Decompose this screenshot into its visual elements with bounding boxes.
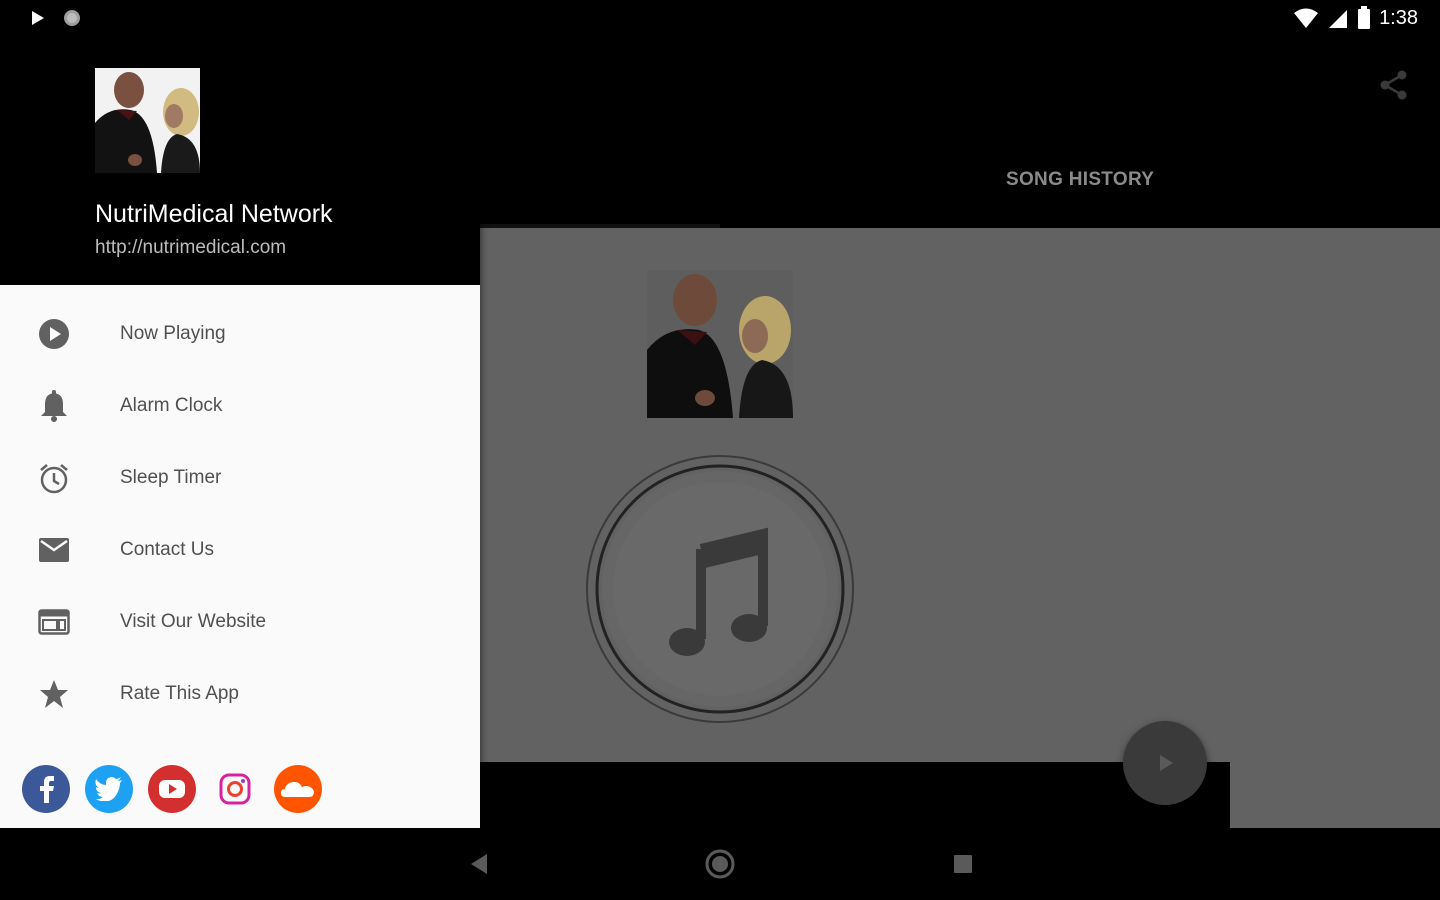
signal-icon <box>1329 10 1348 28</box>
station-photo <box>95 68 200 173</box>
instagram-button[interactable] <box>211 765 259 813</box>
menu-item-alarm-clock[interactable]: Alarm Clock <box>0 370 480 442</box>
menu-item-visit-website[interactable]: Visit Our Website <box>0 586 480 658</box>
menu-item-rate-app[interactable]: Rate This App <box>0 658 480 730</box>
play-button[interactable] <box>1123 721 1207 805</box>
facebook-icon <box>40 776 54 803</box>
recents-icon <box>954 855 972 873</box>
twitter-button[interactable] <box>85 765 133 813</box>
drawer-header: NutriMedical Network http://nutrimedical… <box>0 0 480 285</box>
play-circle-icon <box>36 316 72 352</box>
album-art <box>647 270 793 418</box>
record-dot-icon <box>64 10 80 26</box>
instagram-icon <box>219 773 251 805</box>
menu-item-contact-us[interactable]: Contact Us <box>0 514 480 586</box>
menu-label: Alarm Clock <box>120 395 223 416</box>
menu-item-sleep-timer[interactable]: Sleep Timer <box>0 442 480 514</box>
youtube-button[interactable] <box>148 765 196 813</box>
system-navigation-bar <box>0 828 1440 900</box>
menu-label: Sleep Timer <box>120 467 222 488</box>
station-photo <box>647 270 793 418</box>
recents-button[interactable] <box>947 848 979 880</box>
play-icon <box>32 11 44 25</box>
back-icon <box>471 854 487 874</box>
menu-label: Rate This App <box>120 683 240 704</box>
station-name: NutriMedical Network <box>95 200 333 228</box>
status-bar: 1:38 <box>0 0 1440 37</box>
music-disc <box>585 454 855 724</box>
drawer-menu: Now Playing Alarm Clock Sleep Timer Cont… <box>0 298 480 730</box>
share-icon <box>1380 70 1407 100</box>
youtube-icon <box>159 780 185 798</box>
now-playing-content <box>480 228 1440 828</box>
mail-icon <box>36 532 72 568</box>
player-bottom-bar <box>480 762 1230 828</box>
clock-time: 1:38 <box>1379 6 1418 29</box>
social-links <box>22 765 322 813</box>
home-icon <box>705 849 735 879</box>
battery-icon <box>1358 6 1371 29</box>
alarm-clock-icon <box>36 460 72 496</box>
facebook-button[interactable] <box>22 765 70 813</box>
soundcloud-icon <box>281 781 314 797</box>
music-note-icon <box>586 455 854 723</box>
wifi-icon <box>1294 8 1319 28</box>
menu-label: Contact Us <box>120 539 214 560</box>
bell-icon <box>36 388 72 424</box>
star-icon <box>36 676 72 712</box>
menu-label: Now Playing <box>120 323 226 344</box>
tab-song-history[interactable]: SONG HISTORY <box>1006 169 1154 191</box>
web-icon <box>36 604 72 640</box>
twitter-icon <box>95 777 122 801</box>
share-button[interactable] <box>1376 67 1412 103</box>
main-player-area: SONG HISTORY <box>480 37 1440 828</box>
station-logo <box>95 68 200 173</box>
home-button[interactable] <box>704 848 736 880</box>
menu-item-now-playing[interactable]: Now Playing <box>0 298 480 370</box>
station-url[interactable]: http://nutrimedical.com <box>95 237 286 259</box>
menu-label: Visit Our Website <box>120 611 267 632</box>
back-button[interactable] <box>462 848 494 880</box>
soundcloud-button[interactable] <box>274 765 322 813</box>
play-icon <box>1160 755 1173 771</box>
navigation-drawer: NutriMedical Network http://nutrimedical… <box>0 0 480 828</box>
